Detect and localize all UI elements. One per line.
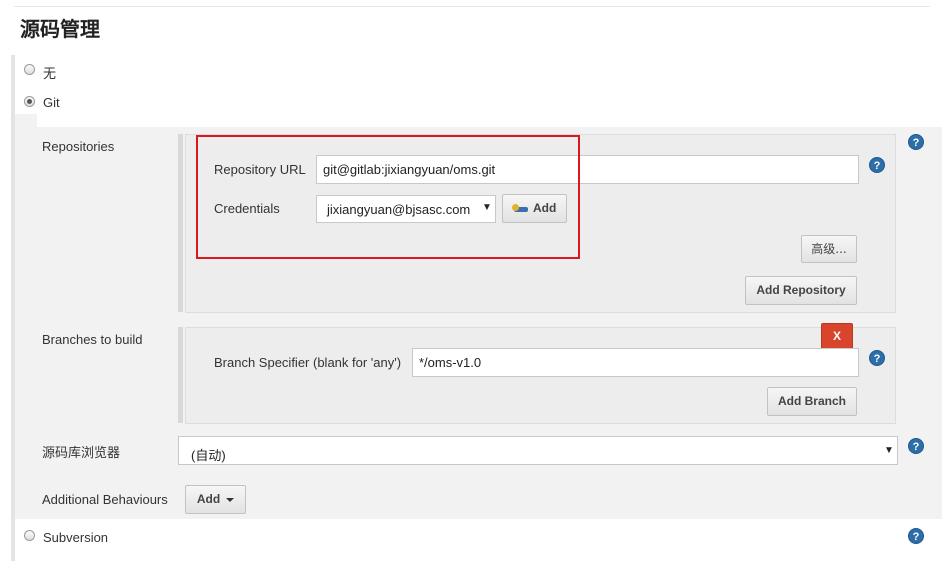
scm-subversion-label: Subversion xyxy=(43,530,109,545)
add-repository-button[interactable]: Add Repository xyxy=(745,276,857,305)
add-behaviour-label: Add xyxy=(196,492,221,506)
delete-branch-button[interactable]: X xyxy=(821,323,853,349)
repository-browser-dropdown-icon: ▼ xyxy=(884,445,894,456)
add-behaviour-button[interactable]: Add xyxy=(185,485,246,514)
scm-subversion-radio[interactable] xyxy=(24,530,35,541)
repository-browser-value: (自动) xyxy=(191,448,226,463)
scm-none-radio[interactable] xyxy=(24,64,35,75)
add-branch-button[interactable]: Add Branch xyxy=(767,387,857,416)
branch-specifier-label: Branch Specifier (blank for 'any') xyxy=(214,355,402,370)
branches-bar xyxy=(178,327,183,423)
scm-none-label: 无 xyxy=(43,66,57,81)
scm-git-radio[interactable] xyxy=(24,96,35,107)
repository-browser-help-icon[interactable]: ? xyxy=(908,438,924,454)
repository-browser-select[interactable]: (自动) xyxy=(178,436,898,465)
repositories-help-icon[interactable]: ? xyxy=(908,134,924,150)
scm-git-label: Git xyxy=(43,95,60,110)
branches-label: Branches to build xyxy=(42,332,143,347)
additional-behaviours-label: Additional Behaviours xyxy=(42,492,168,507)
advanced-button[interactable]: 高级... xyxy=(801,235,857,263)
chevron-down-icon xyxy=(226,497,235,502)
branch-specifier-help-icon[interactable]: ? xyxy=(869,350,885,366)
branch-specifier-input[interactable]: */oms-v1.0 xyxy=(412,348,859,377)
repositories-label: Repositories xyxy=(42,139,115,154)
highlight-box xyxy=(196,135,580,259)
subversion-help-icon[interactable]: ? xyxy=(908,528,924,544)
repository-url-help-icon[interactable]: ? xyxy=(869,157,885,173)
git-panel-tab xyxy=(15,114,37,519)
repositories-bar xyxy=(178,134,183,312)
top-divider xyxy=(14,6,930,7)
repository-browser-label: 源码库浏览器 xyxy=(42,446,121,461)
section-title: 源码管理 xyxy=(20,17,100,41)
